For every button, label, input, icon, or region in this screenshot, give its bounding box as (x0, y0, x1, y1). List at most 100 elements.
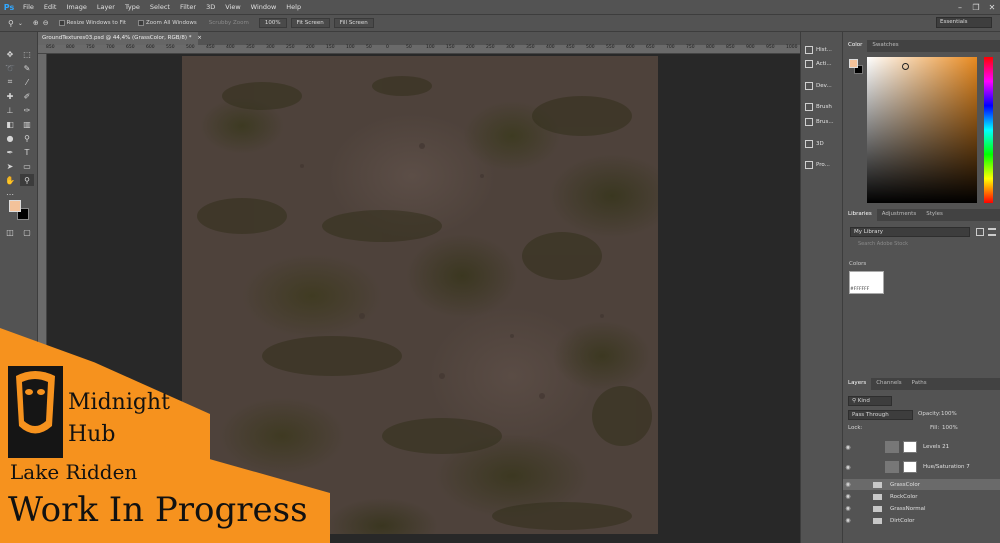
fill-screen-button[interactable]: Fill Screen (333, 18, 374, 28)
scrubby-zoom-checkbox[interactable]: Scrubby Zoom (209, 20, 249, 26)
document-canvas[interactable] (182, 56, 658, 534)
menu-help[interactable]: Help (281, 3, 306, 11)
ruler-tick-label: 600 (626, 45, 635, 50)
stamp-tool-icon[interactable]: ⊥ (3, 104, 17, 116)
lasso-tool-icon[interactable]: ➰ (3, 62, 17, 74)
menu-3d[interactable]: 3D (201, 3, 220, 11)
visibility-eye-icon[interactable]: ◉ (843, 481, 853, 488)
folder-icon (873, 517, 882, 524)
properties-panel-button[interactable]: Pro... (805, 161, 830, 169)
close-tab-icon[interactable]: × (197, 35, 202, 41)
gradient-tool-icon[interactable]: ▥ (20, 118, 34, 130)
menu-layer[interactable]: Layer (92, 3, 120, 11)
actions-panel-button[interactable]: Acti... (805, 60, 832, 68)
visibility-eye-icon[interactable]: ◉ (843, 464, 853, 471)
more-tools-icon[interactable]: ⋯ (3, 188, 17, 200)
tab-styles[interactable]: Styles (921, 209, 948, 221)
opacity-field[interactable]: 100% (941, 411, 957, 417)
restore-button[interactable]: ❐ (968, 0, 984, 14)
tab-channels[interactable]: Channels (871, 378, 906, 390)
move-tool-icon[interactable]: ✥ (3, 48, 17, 60)
list-view-icon[interactable] (988, 228, 996, 236)
layer-name: RockColor (890, 493, 918, 500)
type-tool-icon[interactable]: T (20, 146, 34, 158)
tab-paths[interactable]: Paths (907, 378, 932, 390)
zoom-tool-icon[interactable]: ⚲ (20, 174, 34, 186)
pen-tool-icon[interactable]: ✒ (3, 146, 17, 158)
menu-image[interactable]: Image (61, 3, 91, 11)
history-brush-tool-icon[interactable]: ✑ (20, 104, 34, 116)
layer-row-rockcolor[interactable]: ◉ RockColor (843, 491, 1000, 502)
blur-tool-icon[interactable]: ● (3, 132, 17, 144)
tab-layers[interactable]: Layers (843, 378, 872, 390)
hue-slider[interactable] (984, 57, 993, 203)
device-preview-panel-button[interactable]: Dev... (805, 82, 832, 90)
menu-type[interactable]: Type (120, 3, 145, 11)
grid-view-icon[interactable] (976, 228, 984, 236)
document-tab[interactable]: GroundTextures03.psd @ 44,4% (GrassColor… (38, 32, 202, 45)
color-field[interactable] (867, 57, 977, 203)
chevron-down-icon[interactable]: ⌄ (18, 20, 23, 27)
rectangle-tool-icon[interactable]: ▭ (20, 160, 34, 172)
history-panel-button[interactable]: Hist... (805, 46, 832, 54)
path-select-tool-icon[interactable]: ➤ (3, 160, 17, 172)
zoom-in-icon[interactable]: ⊕ (33, 19, 39, 27)
ruler-tick-label: 550 (166, 45, 175, 50)
project-name: Lake Ridden (10, 460, 138, 484)
layer-row-grassnormal[interactable]: ◉ GrassNormal (843, 503, 1000, 514)
blend-mode-select[interactable]: Pass Through (848, 410, 913, 420)
stock-search-input[interactable]: Search Adobe Stock (850, 241, 997, 250)
eyedropper-tool-icon[interactable]: ⁄ (20, 76, 34, 88)
quick-select-tool-icon[interactable]: ✎ (20, 62, 34, 74)
healing-tool-icon[interactable]: ✚ (3, 90, 17, 102)
visibility-eye-icon[interactable]: ◉ (843, 517, 853, 524)
folder-icon (873, 481, 882, 488)
ruler-tick-label: 750 (686, 45, 695, 50)
quick-mask-icon[interactable]: ◫ (3, 226, 17, 238)
layer-filter-kind[interactable]: ⚲ Kind (848, 396, 892, 406)
visibility-eye-icon[interactable]: ◉ (843, 444, 853, 451)
visibility-eye-icon[interactable]: ◉ (843, 505, 853, 512)
foreground-color-swatch[interactable] (9, 200, 21, 212)
menu-filter[interactable]: Filter (175, 3, 201, 11)
menu-view[interactable]: View (220, 3, 245, 11)
brush-presets-panel-button[interactable]: Brus... (805, 118, 834, 126)
3d-panel-button[interactable]: 3D (805, 140, 824, 148)
ruler-top: 850 800 750 700 650 600 550 500 450 400 350 300 250 2… (38, 45, 800, 54)
fill-field[interactable]: 100% (942, 425, 958, 431)
zoom-100-button[interactable]: 100% (258, 18, 287, 28)
menu-file[interactable]: File (18, 3, 39, 11)
hand-tool-icon[interactable]: ✋ (3, 174, 17, 186)
screen-mode-icon[interactable]: ▢ (20, 226, 34, 238)
layer-row-dirtcolor[interactable]: ◉ DirtColor (843, 515, 1000, 526)
marquee-tool-icon[interactable]: ⬚ (20, 48, 34, 60)
minimize-button[interactable]: – (952, 0, 968, 14)
resize-windows-checkbox[interactable]: Resize Windows to Fit (58, 20, 126, 26)
fit-screen-button[interactable]: Fit Screen (290, 18, 330, 28)
eraser-tool-icon[interactable]: ◧ (3, 118, 17, 130)
close-button[interactable]: ✕ (984, 0, 1000, 14)
ruler-tick-label: 700 (666, 45, 675, 50)
tab-libraries[interactable]: Libraries (843, 209, 877, 221)
library-select[interactable]: My Library (850, 227, 970, 237)
dodge-tool-icon[interactable]: ⚲ (20, 132, 34, 144)
brush-panel-button[interactable]: Brush (805, 103, 832, 111)
zoom-icon[interactable]: ⚲ (8, 19, 14, 28)
menu-window[interactable]: Window (246, 3, 282, 11)
visibility-eye-icon[interactable]: ◉ (843, 493, 853, 500)
tab-color[interactable]: Color (843, 40, 868, 52)
layer-row-levels[interactable]: ◉ Levels 21 (843, 439, 1000, 455)
brush-tool-icon[interactable]: ✐ (20, 90, 34, 102)
layer-row-grasscolor[interactable]: ◉ GrassColor (843, 479, 1000, 490)
layer-row-hue-saturation[interactable]: ◉ Hue/Saturation 7 (843, 459, 1000, 475)
workspace-select[interactable]: Essentials (936, 17, 992, 28)
tab-adjustments[interactable]: Adjustments (877, 209, 921, 221)
zoom-out-icon[interactable]: ⊖ (43, 19, 49, 27)
zoom-all-checkbox[interactable]: Zoom All Windows (138, 20, 197, 26)
color-panel-fg-swatch[interactable] (849, 59, 858, 68)
menu-edit[interactable]: Edit (39, 3, 62, 11)
crop-tool-icon[interactable]: ⌗ (3, 76, 17, 88)
menu-select[interactable]: Select (145, 3, 175, 11)
tab-swatches[interactable]: Swatches (867, 40, 903, 52)
color-picker-marker[interactable] (902, 63, 909, 70)
